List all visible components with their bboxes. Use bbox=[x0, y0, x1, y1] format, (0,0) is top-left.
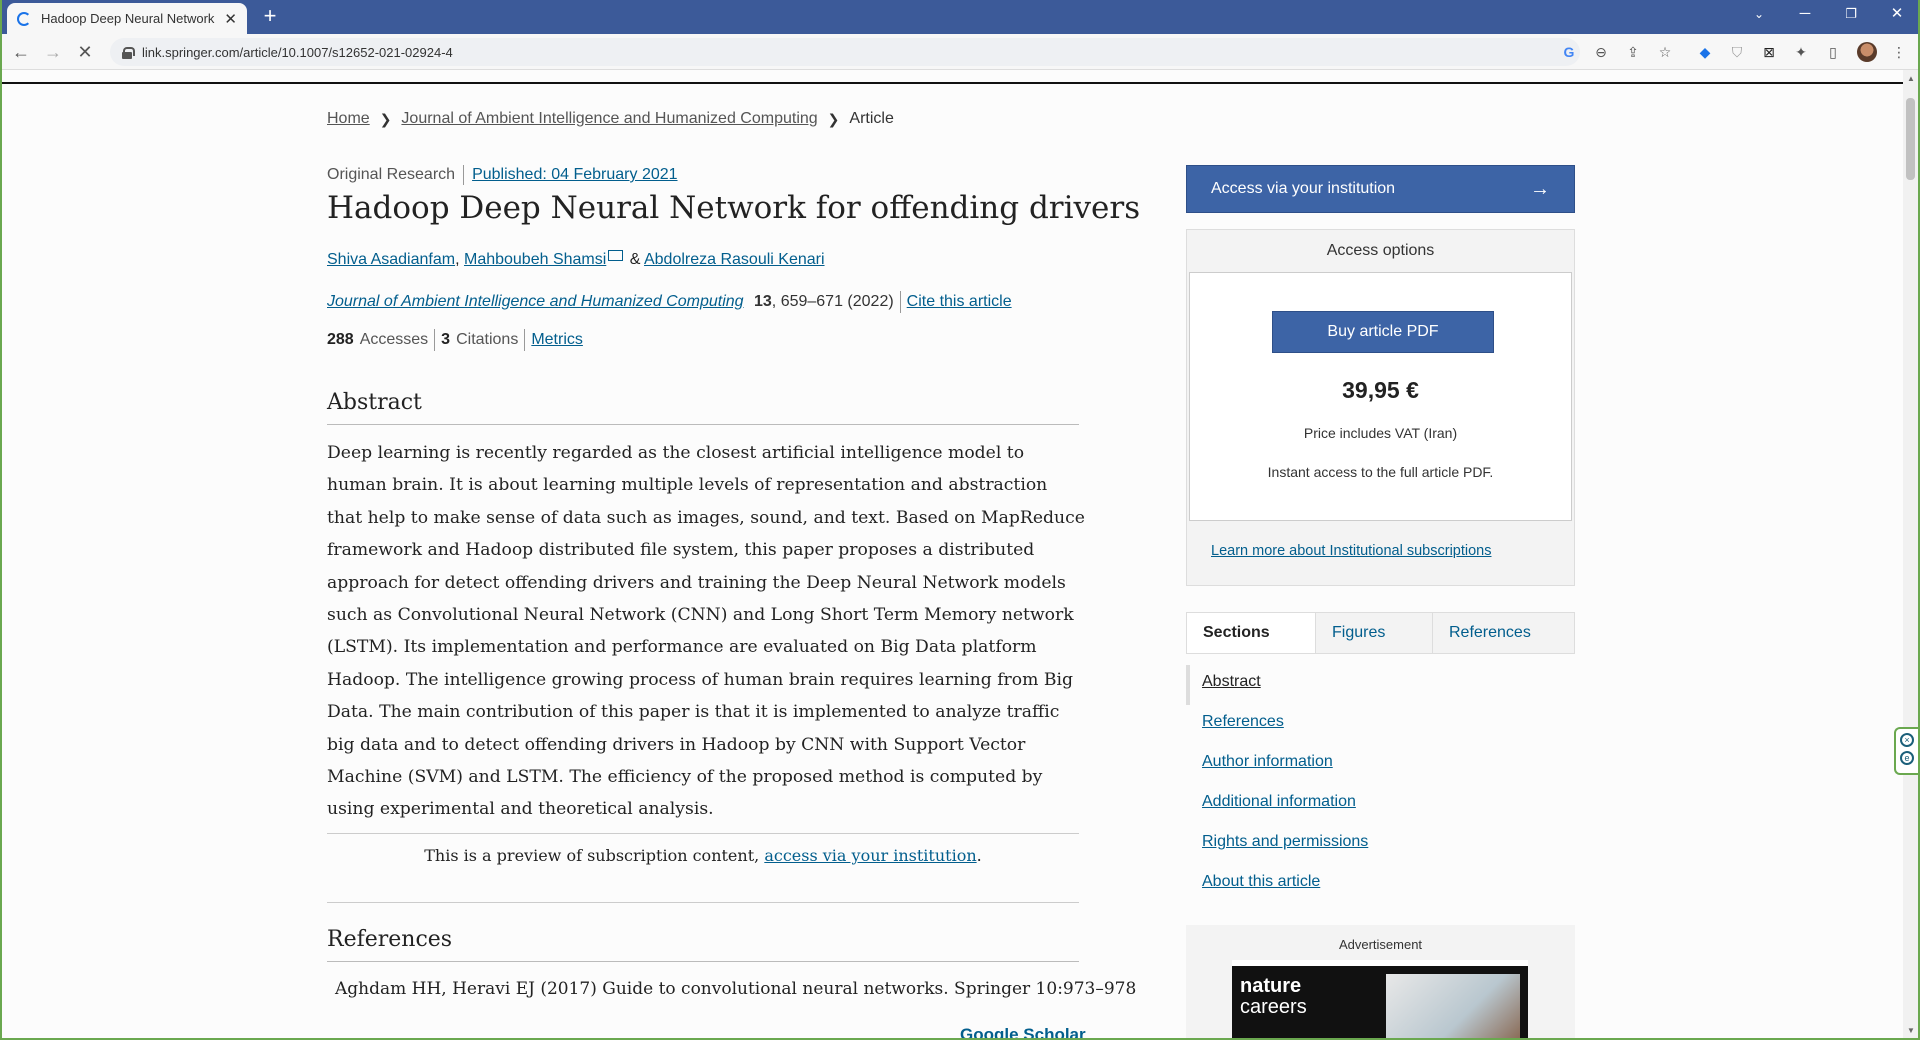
article-type: Original Research bbox=[327, 166, 456, 184]
article-metrics: 288 Accesses 3 Citations Metrics bbox=[327, 329, 583, 351]
price: 39,95 € bbox=[1342, 377, 1419, 403]
chevron-right-icon: ❯ bbox=[827, 110, 840, 127]
advertisement-label: Advertisement bbox=[1338, 937, 1423, 952]
sections-nav: Abstract References Author information A… bbox=[1186, 665, 1575, 905]
breadcrumb: Home ❯ Journal of Ambient Intelligence a… bbox=[327, 110, 894, 128]
breadcrumb-current: Article bbox=[849, 110, 894, 127]
access-options-panel: Access options Buy article PDF 39,95 € P… bbox=[1186, 229, 1575, 586]
extension-privacy-icon[interactable]: ⛉ bbox=[1726, 41, 1748, 63]
section-link-rights-permissions[interactable]: Rights and permissions bbox=[1186, 825, 1575, 865]
browser-tabbar: Hadoop Deep Neural Network fo ✕ + ⌄ ─ ❐ … bbox=[0, 0, 1920, 34]
accesses-label: Accesses bbox=[359, 331, 429, 349]
learn-more-subscriptions-link[interactable]: Learn more about Institutional subscript… bbox=[1211, 543, 1492, 559]
author-list: Shiva Asadianfam, Mahboubeh Shamsi & Abd… bbox=[327, 250, 825, 268]
buy-article-pdf-button[interactable]: Buy article PDF bbox=[1272, 311, 1494, 353]
journal-volume: 13 bbox=[754, 293, 772, 311]
author-link[interactable]: Mahboubeh Shamsi bbox=[464, 251, 606, 268]
extension-shield-icon[interactable]: ◆ bbox=[1694, 41, 1716, 63]
references-heading: References bbox=[327, 927, 1079, 962]
browser-tab[interactable]: Hadoop Deep Neural Network fo ✕ bbox=[7, 3, 247, 34]
scroll-up-arrow-icon[interactable]: ▲ bbox=[1907, 74, 1915, 83]
zoom-icon[interactable]: ⊖ bbox=[1590, 41, 1612, 63]
author-link[interactable]: Abdolreza Rasouli Kenari bbox=[644, 251, 825, 268]
side-panel-icon[interactable]: ▯ bbox=[1822, 41, 1844, 63]
citations-count: 3 bbox=[441, 331, 451, 349]
loading-spinner-icon bbox=[17, 11, 31, 26]
nature-careers-ad-banner[interactable]: nature careers bbox=[1232, 960, 1528, 1040]
published-date-link[interactable]: Published: 04 February 2021 bbox=[472, 166, 677, 183]
sidebar-tabs: Sections Figures References bbox=[1186, 612, 1575, 654]
floating-side-widget[interactable]: × e bbox=[1894, 727, 1918, 775]
share-icon[interactable]: ⇪ bbox=[1622, 41, 1644, 63]
reference-item: Aghdam HH, Heravi EJ (2017) Guide to con… bbox=[335, 979, 1137, 999]
breadcrumb-home[interactable]: Home bbox=[327, 110, 370, 128]
instant-access-note: Instant access to the full article PDF. bbox=[1267, 464, 1494, 480]
tab-sections[interactable]: Sections bbox=[1187, 613, 1315, 653]
minimize-icon[interactable]: ─ bbox=[1782, 0, 1828, 30]
tab-references[interactable]: References bbox=[1432, 613, 1574, 653]
accesses-count: 288 bbox=[327, 331, 354, 349]
breadcrumb-journal[interactable]: Journal of Ambient Intelligence and Huma… bbox=[401, 110, 817, 128]
page-scrollbar[interactable] bbox=[1903, 70, 1918, 1038]
purchase-box: Buy article PDF 39,95 € Price includes V… bbox=[1189, 272, 1572, 521]
google-translate-icon[interactable]: G bbox=[1558, 41, 1580, 63]
lock-icon[interactable] bbox=[122, 46, 135, 59]
url-text[interactable]: link.springer.com/article/10.1007/s12652… bbox=[142, 45, 453, 60]
extension-screenshot-icon[interactable]: ⊠ bbox=[1758, 41, 1780, 63]
scroll-down-arrow-icon[interactable]: ▼ bbox=[1907, 1026, 1915, 1035]
access-via-institution-button[interactable]: Access via your institution → bbox=[1186, 165, 1575, 213]
restore-icon[interactable]: ❐ bbox=[1828, 0, 1874, 30]
access-options-heading: Access options bbox=[1326, 242, 1435, 259]
browser-menu-icon[interactable]: ⋮ bbox=[1888, 41, 1910, 63]
abstract-text: Deep learning is recently regarded as th… bbox=[327, 443, 1085, 820]
access-institution-link[interactable]: access via your institution bbox=[764, 846, 976, 865]
access-button-label: Access via your institution bbox=[1211, 180, 1396, 197]
article-title: Hadoop Deep Neural Network for offending… bbox=[327, 190, 1141, 226]
ad-photo bbox=[1386, 974, 1520, 1040]
profile-avatar[interactable] bbox=[1857, 42, 1877, 62]
chevron-right-icon: ❯ bbox=[379, 110, 392, 127]
extensions-puzzle-icon[interactable]: ✦ bbox=[1790, 41, 1812, 63]
section-link-references[interactable]: References bbox=[1186, 705, 1575, 745]
author-link[interactable]: Shiva Asadianfam bbox=[327, 251, 455, 268]
ad-brand-careers: careers bbox=[1240, 996, 1307, 1018]
metrics-link[interactable]: Metrics bbox=[531, 331, 583, 348]
stop-loading-icon[interactable]: ✕ bbox=[72, 39, 98, 65]
cite-article-link[interactable]: Cite this article bbox=[907, 293, 1012, 310]
header-divider bbox=[0, 82, 1905, 84]
window-close-icon[interactable]: ✕ bbox=[1874, 0, 1920, 30]
article-meta: Original Research Published: 04 February … bbox=[327, 165, 678, 185]
scrollbar-thumb[interactable] bbox=[1906, 98, 1915, 180]
forward-icon[interactable]: → bbox=[40, 39, 66, 65]
vat-note: Price includes VAT (Iran) bbox=[1303, 425, 1458, 441]
tab-figures[interactable]: Figures bbox=[1315, 613, 1432, 653]
bookmark-star-icon[interactable]: ☆ bbox=[1654, 41, 1676, 63]
email-icon[interactable] bbox=[608, 250, 624, 261]
subscription-preview-notice: This is a preview of subscription conten… bbox=[327, 833, 1079, 903]
address-toolbar: ← → ✕ link.springer.com/article/10.1007/… bbox=[0, 34, 1920, 70]
advertisement: Advertisement nature careers bbox=[1186, 925, 1575, 1040]
tab-search-icon[interactable]: ⌄ bbox=[1736, 0, 1782, 30]
url-bar[interactable]: link.springer.com/article/10.1007/s12652… bbox=[110, 38, 1580, 66]
section-link-about-article[interactable]: About this article bbox=[1186, 865, 1575, 905]
back-icon[interactable]: ← bbox=[8, 39, 34, 65]
section-link-abstract[interactable]: Abstract bbox=[1186, 665, 1575, 705]
tab-title: Hadoop Deep Neural Network fo bbox=[41, 11, 219, 26]
arrow-right-icon: → bbox=[1530, 177, 1550, 200]
close-tab-icon[interactable]: ✕ bbox=[224, 10, 237, 28]
new-tab-button[interactable]: + bbox=[258, 3, 282, 29]
info-circle-icon[interactable]: e bbox=[1900, 751, 1914, 765]
citations-label: Citations bbox=[456, 331, 519, 349]
journal-link[interactable]: Journal of Ambient Intelligence and Huma… bbox=[327, 293, 744, 310]
section-link-author-information[interactable]: Author information bbox=[1186, 745, 1575, 785]
close-circle-icon[interactable]: × bbox=[1900, 733, 1914, 747]
journal-pages: , 659–671 (2022) bbox=[771, 293, 894, 311]
ad-brand-nature: nature bbox=[1240, 975, 1302, 997]
section-link-additional-information[interactable]: Additional information bbox=[1186, 785, 1575, 825]
abstract-heading: Abstract bbox=[327, 390, 1079, 425]
google-scholar-link[interactable]: Google Scholar bbox=[960, 1025, 1086, 1040]
journal-citation-line: Journal of Ambient Intelligence and Huma… bbox=[327, 291, 1012, 313]
